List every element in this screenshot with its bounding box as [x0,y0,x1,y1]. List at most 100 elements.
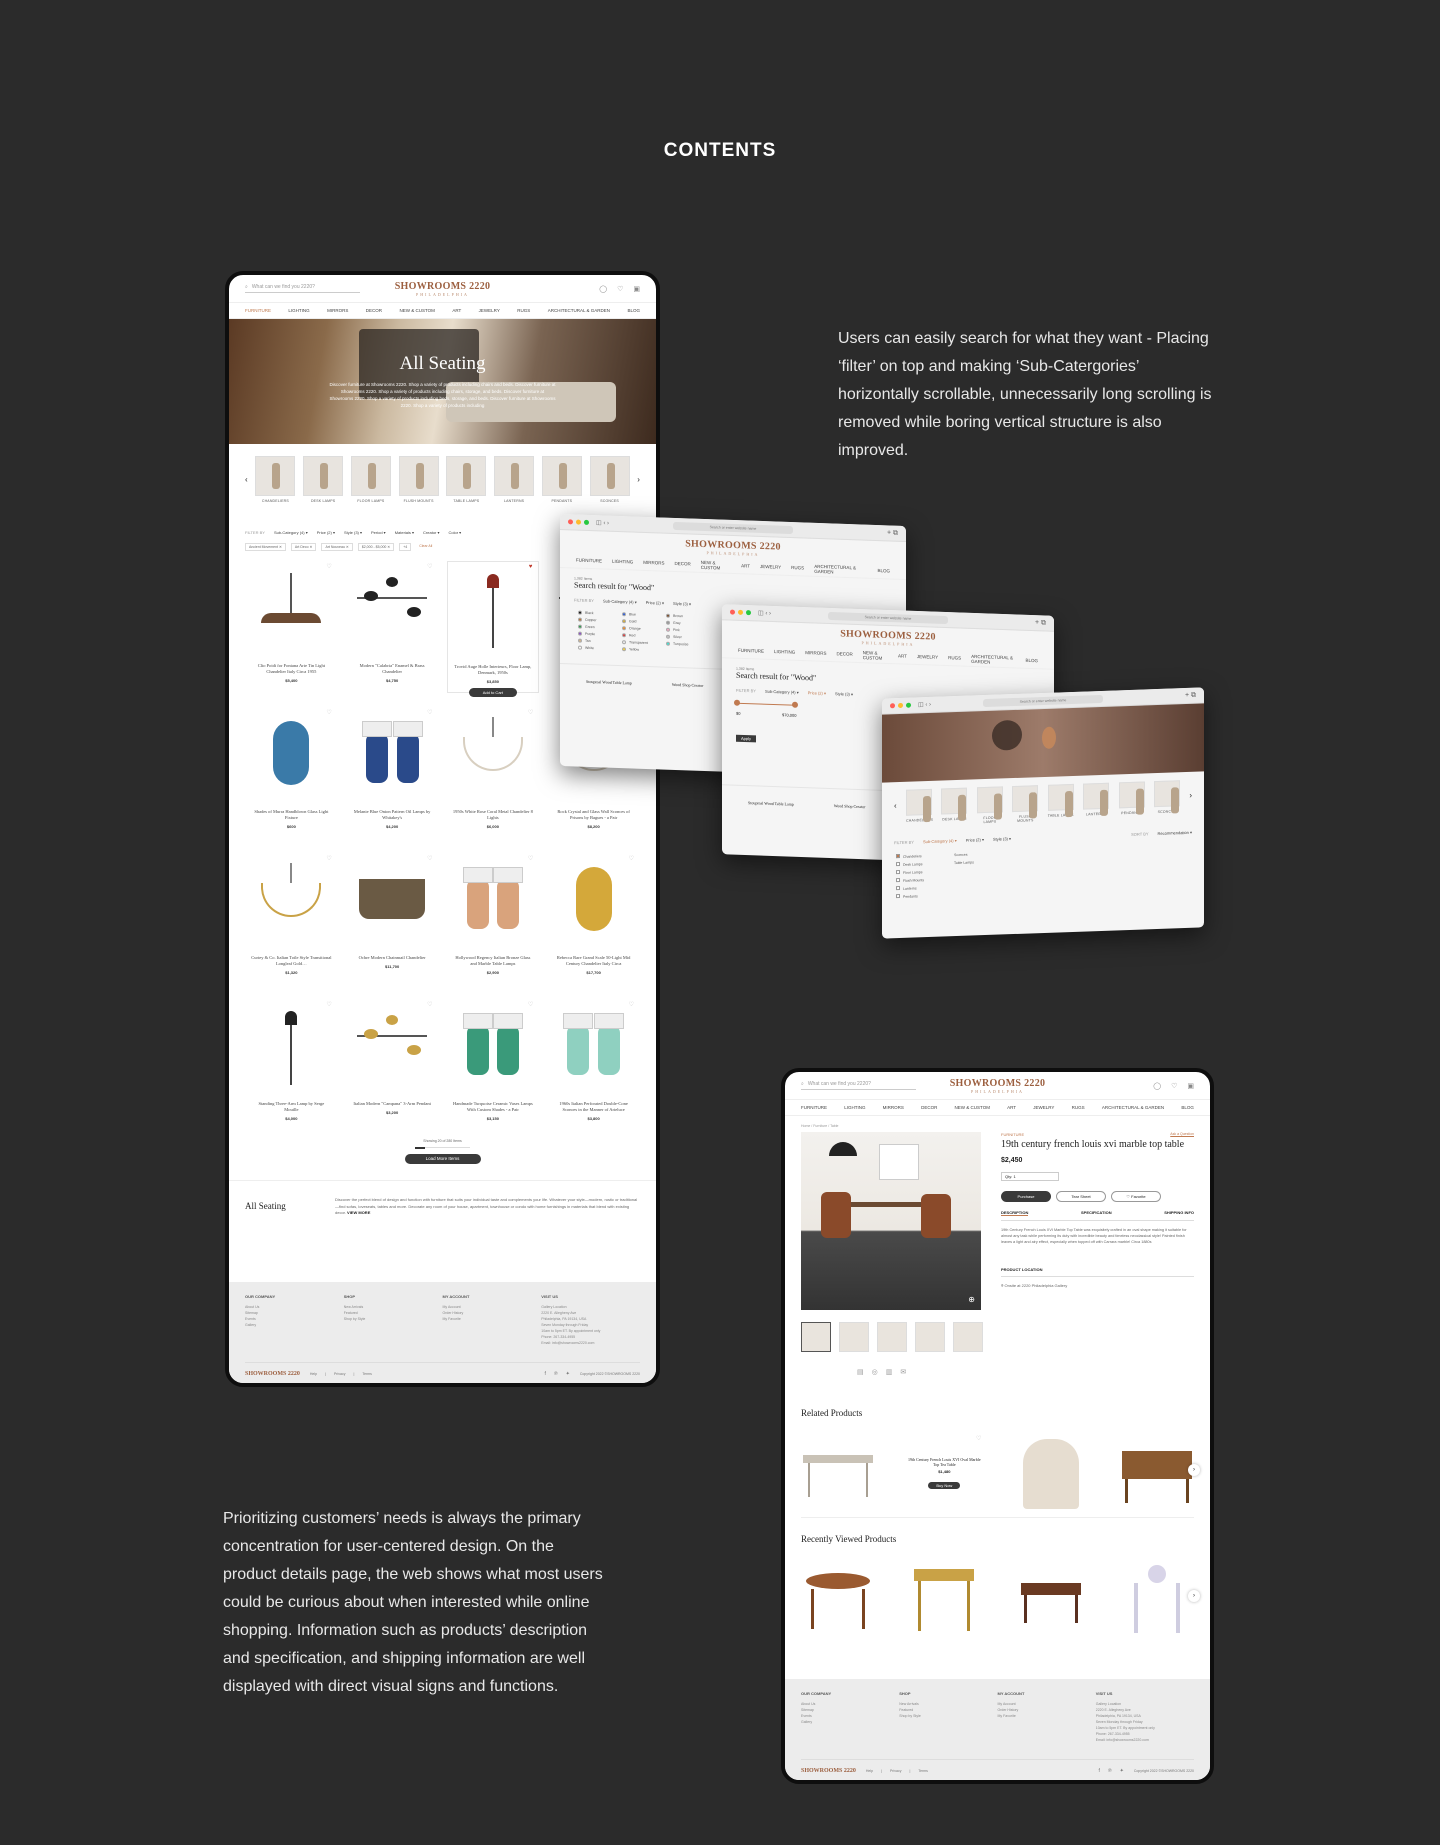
product-card[interactable]: ♡ Clio Poidi for Fontana Arte Tin Light C… [245,561,338,693]
color-option[interactable]: Red [622,633,666,639]
footer-link[interactable]: Shop by Style [344,1316,443,1322]
facebook-icon[interactable]: f [545,1371,546,1377]
nav-item[interactable]: DECOR [837,651,853,657]
nav-item[interactable]: NEW & CUSTOM [701,559,731,570]
tab-description[interactable]: DESCRIPTION [1001,1210,1029,1216]
recent-item[interactable] [801,1561,875,1637]
window-product-2[interactable]: Wood Shop Creator [834,803,866,809]
heart-icon[interactable]: ♡ [528,1001,533,1008]
nav-item[interactable]: RUGS [948,655,961,660]
nav-item[interactable]: FURNITURE [576,558,602,564]
heart-icon[interactable]: ♡ [528,855,533,862]
color-option[interactable]: Silver [666,634,710,641]
footer-bottom-link[interactable]: Privacy [334,1372,345,1376]
sidebar-icon[interactable]: ◫ ‹ › [758,609,771,616]
nav-item[interactable]: NEW & CUSTOM [399,308,434,313]
footer-logo[interactable]: SHOWROOMS 2220 [801,1768,856,1774]
color-option[interactable]: Yellow [622,647,666,654]
nav-item[interactable]: LIGHTING [612,559,633,565]
footer-link[interactable]: My Favorite [998,1713,1096,1719]
view-more-link[interactable]: VIEW MORE [347,1210,370,1215]
sidebar-icon[interactable]: ◫ ‹ › [596,519,609,526]
nav-item[interactable]: DECOR [675,561,691,567]
footer-bottom-link[interactable]: Help [310,1372,317,1376]
nav-item[interactable]: BLOG [1025,658,1038,663]
nav-item[interactable]: ARCHITECTURAL & GARDEN [1102,1105,1164,1110]
color-option[interactable]: Blue [622,612,666,618]
heart-icon[interactable]: ♡ [528,709,533,716]
nav-item[interactable]: ART [741,563,750,568]
subcategory-item[interactable]: CHANDELIERS [906,788,933,834]
nav-item[interactable]: JEWELRY [479,308,500,313]
nav-item[interactable]: RUGS [791,565,804,570]
chevron-left-icon[interactable]: ‹ [245,475,248,484]
nav-item[interactable]: ARCHITECTURAL & GARDEN [548,308,610,313]
filter-dropdown[interactable]: Materials ▾ [395,530,414,535]
tear-sheet-button[interactable]: Tear Sheet [1056,1191,1106,1202]
product-card[interactable]: ♡ Shades of Murra Handblown Glass Light F… [245,707,338,839]
nav-item[interactable]: MIRRORS [643,560,664,566]
site-logo[interactable]: SHOWROOMS 2220 PHILADELPHIA [395,281,491,297]
nav-item[interactable]: NEW & CUSTOM [863,650,888,661]
color-option[interactable]: Orange [622,626,666,632]
new-tab-icon[interactable]: + ⧉ [887,529,898,537]
product-card[interactable]: ♡ Ochre Modern Chainmail Chandelier $11,70… [346,853,439,985]
user-icon[interactable]: ◯ [1153,1082,1161,1090]
cart-icon[interactable]: ▣ [1187,1082,1194,1090]
buy-now-button[interactable]: Buy Now [928,1481,961,1489]
zoom-icon[interactable]: ⊕ [968,1295,975,1304]
heart-icon[interactable]: ♡ [976,1435,981,1442]
cart-icon[interactable]: ▣ [633,285,640,293]
chevron-left-icon[interactable]: ‹ [894,801,897,810]
subcategory-item[interactable]: PENDANTS [541,456,582,516]
heart-icon[interactable]: ♡ [427,855,432,862]
product-card[interactable]: ♡ Rebecca Rare Grand Scale 50-Light Mid C… [547,853,640,985]
subcategory-item[interactable]: TABLE LAMPS [446,456,487,516]
footer-link[interactable]: Email: info@showrooms2220.com [1096,1737,1194,1743]
nav-item[interactable]: ART [452,308,461,313]
heart-icon[interactable]: ♡ [427,563,432,570]
product-card[interactable]: ♡ Melanie Blue Onion Pattern Oil Lamps by… [346,707,439,839]
color-option[interactable]: Copper [578,617,622,624]
twitter-icon[interactable]: ▥ [886,1368,893,1376]
nav-item[interactable]: NEW & CUSTOM [955,1105,990,1110]
footer-logo[interactable]: SHOWROOMS 2220 [245,1371,300,1377]
subcategory-item[interactable]: LANTERNS [494,456,535,516]
email-icon[interactable]: ✉ [900,1368,906,1376]
thumbnail[interactable] [877,1322,907,1352]
subcategory-item[interactable]: SCONCES [589,456,630,516]
subcategory-checkbox[interactable]: Pendants [896,892,924,901]
subcategory-option[interactable]: Table Lamps [954,858,974,867]
address-bar[interactable]: Search or enter website name [983,694,1103,707]
pinterest-icon[interactable]: ℗ [1108,1768,1112,1774]
nav-item[interactable]: LIGHTING [774,649,795,655]
subcategory-item[interactable]: DESK LAMPS [303,456,344,516]
related-item-hover[interactable]: ♡ 19th Century French Louis XVI Oval Mar… [907,1435,981,1511]
nav-item[interactable]: JEWELRY [917,654,938,660]
ask-question-link[interactable]: Ask a Question [1170,1132,1194,1137]
nav-item[interactable]: RUGS [517,308,530,313]
pinterest-icon[interactable]: ℗ [554,1371,558,1377]
subcategory-item[interactable]: FLOOR LAMPS [976,786,1003,831]
nav-item[interactable]: LIGHTING [288,308,309,313]
footer-bottom-link[interactable]: Terms [362,1372,372,1376]
color-option[interactable]: Pink [666,627,710,634]
color-option[interactable]: Tan [578,638,622,645]
chevron-right-icon[interactable]: › [1188,1464,1200,1476]
color-option[interactable]: Brown [666,613,710,620]
apply-button[interactable]: Apply [736,734,757,743]
nav-item[interactable]: JEWELRY [760,564,781,570]
nav-item[interactable]: FURNITURE [245,308,271,313]
heart-icon[interactable]: ♡ [427,1001,432,1008]
nav-item[interactable]: MIRRORS [327,308,348,313]
search-input[interactable]: ⌕ What can we find you 2220? [245,284,360,293]
color-option[interactable]: Transparent [622,640,666,646]
nav-item[interactable]: DECOR [921,1105,937,1110]
filter-dropdown[interactable]: Period ▾ [371,530,386,535]
address-bar[interactable]: Search or enter website name [828,611,948,624]
color-option[interactable]: Turquoise [666,642,710,648]
nav-item[interactable]: DECOR [366,308,382,313]
product-card[interactable]: ♡ Handmade Turquoise Ceramic Vases Lamps … [447,999,540,1131]
user-icon[interactable]: ◯ [599,285,607,293]
nav-item[interactable]: JEWELRY [1033,1105,1054,1110]
